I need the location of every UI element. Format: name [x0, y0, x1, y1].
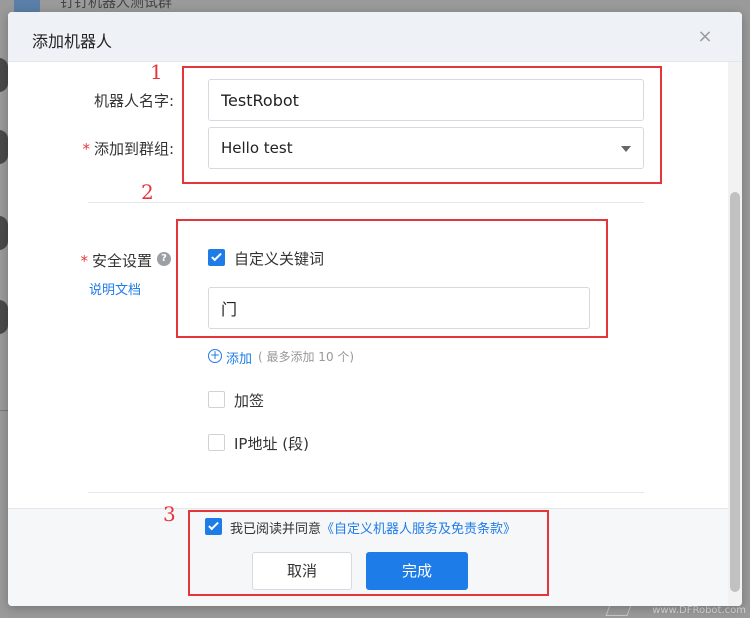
bg-avatar-blob [0, 130, 8, 164]
annotation-number-1: 1 [150, 60, 163, 84]
ip-checkbox[interactable] [208, 434, 225, 451]
group-label: * 添加到群组: [82, 140, 174, 158]
close-icon[interactable]: × [694, 26, 716, 48]
dialog-header: 添加机器人 × [8, 12, 742, 62]
robot-name-label: 机器人名字: [93, 92, 174, 110]
sign-option-label: 加签 [234, 392, 265, 410]
ip-option-label: IP地址 (段) [234, 435, 309, 453]
section-divider [88, 492, 644, 493]
section-divider [88, 202, 644, 203]
watermark: www.DFRobot.com [652, 605, 746, 616]
bg-avatar-blob [0, 216, 8, 250]
annotation-number-2: 2 [141, 180, 154, 204]
bg-avatar-blob [0, 58, 8, 92]
sign-checkbox[interactable] [208, 391, 225, 408]
doc-link[interactable]: 说明文档 [89, 279, 141, 298]
bg-divider [0, 410, 8, 411]
add-keyword-link[interactable]: 添加 [226, 348, 252, 367]
annotation-box-3 [188, 510, 549, 596]
security-label: * 安全设置 [80, 252, 152, 270]
annotation-box-1 [182, 66, 662, 184]
question-circle-icon[interactable]: ? [157, 252, 171, 266]
dialog-title: 添加机器人 [32, 32, 113, 51]
plus-circle-icon[interactable]: + [208, 349, 222, 363]
scrollbar-track[interactable] [728, 62, 742, 606]
required-mark: * [82, 140, 90, 158]
required-mark: * [80, 252, 88, 270]
annotation-number-3: 3 [163, 502, 176, 526]
chat-title: 钉钉机器人测试群 [60, 0, 172, 11]
add-limit-hint: ( 最多添加 10 个) [258, 350, 355, 364]
annotation-box-2 [176, 219, 608, 338]
scrollbar-thumb[interactable] [730, 192, 740, 592]
bg-avatar-blob [0, 300, 8, 334]
